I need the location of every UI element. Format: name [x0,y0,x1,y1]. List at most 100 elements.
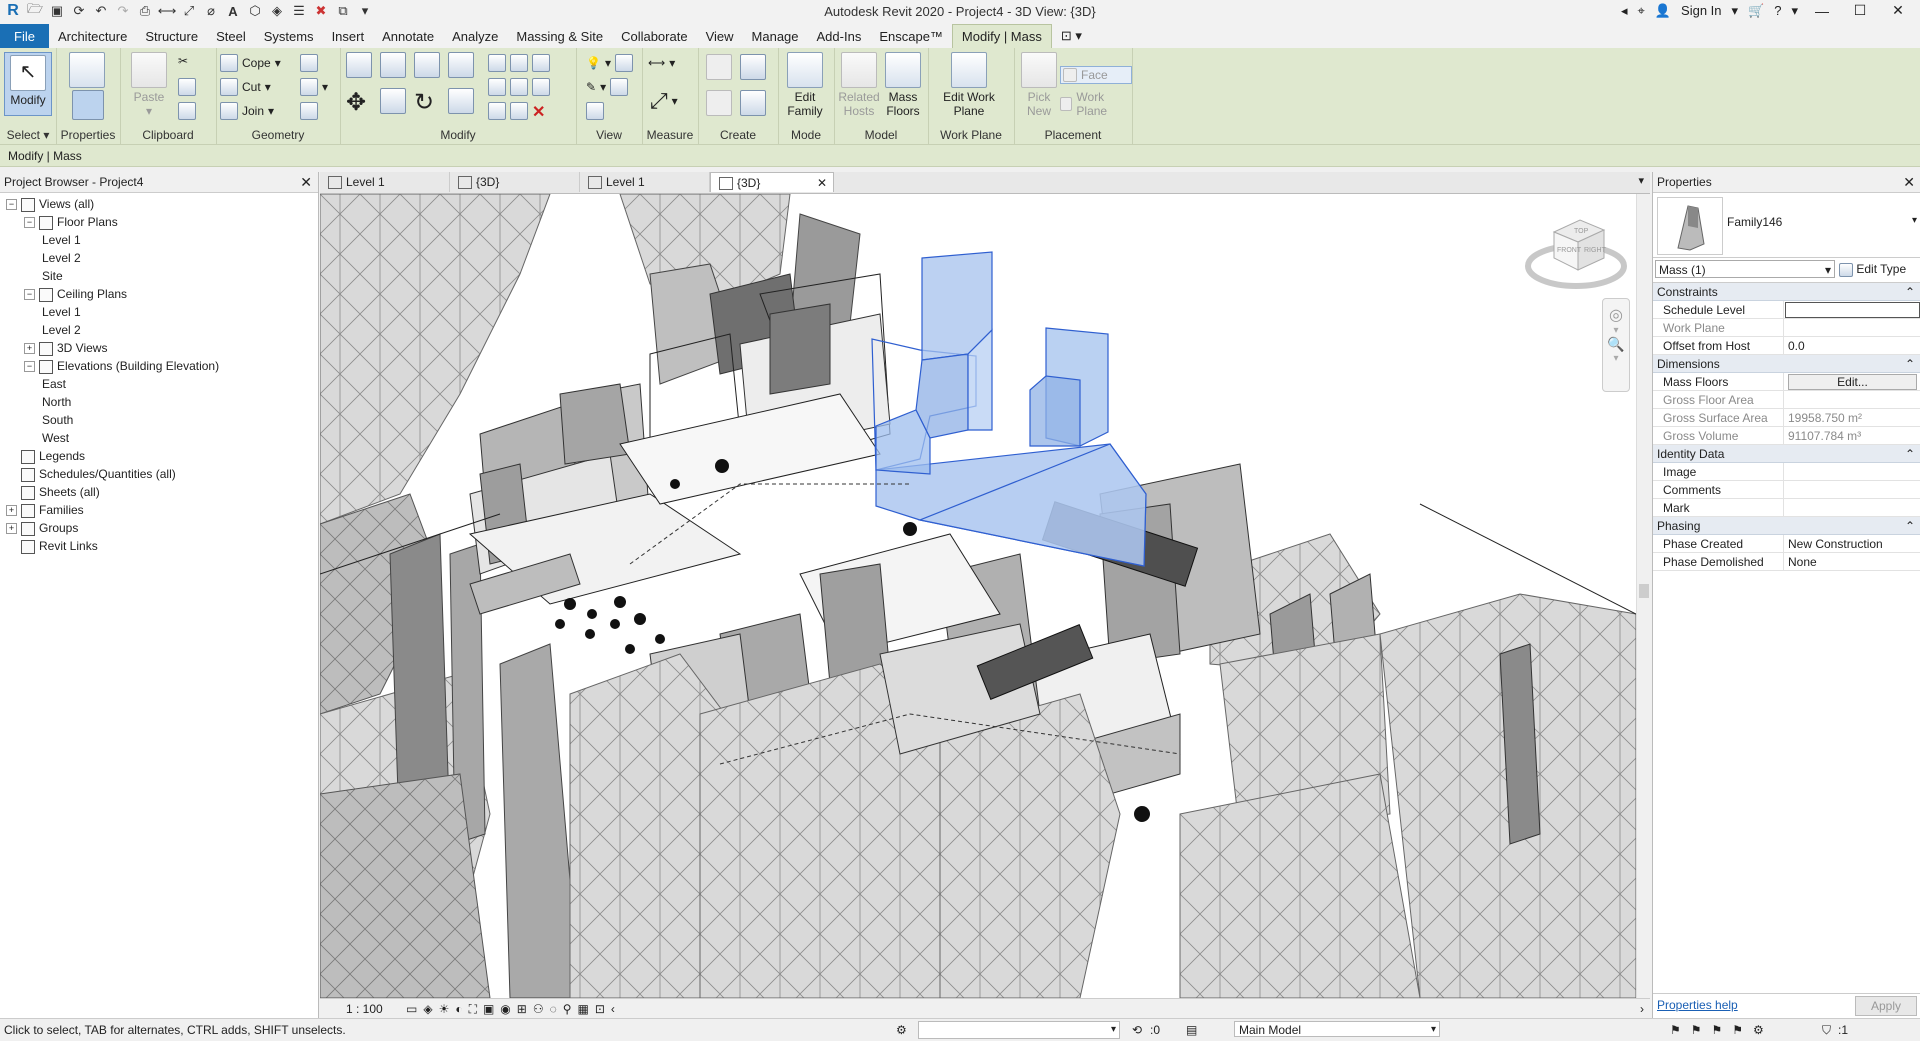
view-tab-3d-active[interactable]: {3D}✕ [710,172,834,192]
tab-modify-mass[interactable]: Modify | Mass [952,24,1052,48]
tree-item[interactable]: Site [0,267,318,285]
rotate-button[interactable]: ↻ [414,88,434,117]
property-group[interactable]: Constraints⌃ [1653,283,1920,301]
help-dropdown-icon[interactable]: ▾ [1791,3,1798,19]
collapse-icon[interactable]: − [24,217,35,228]
face-placement-button[interactable]: Face [1060,66,1132,84]
tab-file[interactable]: File [0,24,49,48]
tree-item[interactable]: West [0,429,318,447]
tab-insert[interactable]: Insert [323,24,374,48]
collapse-group-icon[interactable]: ⌃ [1905,285,1915,299]
view-tab-level-1-ceiling[interactable]: Level 1 [580,172,710,192]
aligned-dimension-button[interactable]: ⤢▾ [650,88,678,114]
tree-item[interactable]: −Ceiling Plans [0,285,318,303]
design-option-dropdown[interactable]: Main Model▾ [1234,1021,1440,1037]
trim-multiple-button[interactable] [510,102,528,120]
undo-icon[interactable]: ↶ [92,2,110,20]
wall-joins-button[interactable] [300,54,318,72]
property-value[interactable]: 0.0 [1784,337,1920,355]
tab-enscape[interactable]: Enscape™ [870,24,952,48]
tab-architecture[interactable]: Architecture [49,24,136,48]
linework-button[interactable]: ✎▾ [586,78,628,96]
split-gap-button[interactable] [510,54,528,72]
tree-item[interactable]: Level 2 [0,321,318,339]
sign-in-dropdown-icon[interactable]: ▾ [1732,3,1739,19]
mirror-draw-button[interactable] [448,52,474,78]
print-icon[interactable]: ⎙ [136,2,154,20]
tree-item[interactable]: −Views (all) [0,195,318,213]
tab-manage[interactable]: Manage [743,24,808,48]
collapse-icon[interactable]: − [6,199,17,210]
text-icon[interactable]: A [224,2,242,20]
create-assembly-button[interactable] [706,54,732,80]
steering-wheel-icon[interactable]: ◎ [1603,305,1629,325]
tree-item[interactable]: +Groups [0,519,318,537]
close-hidden-icon[interactable]: ✖ [312,2,330,20]
close-button[interactable]: ✕ [1884,2,1912,19]
tab-analyze[interactable]: Analyze [443,24,507,48]
mass-floors-edit-button[interactable]: Edit... [1788,374,1917,390]
expand-icon[interactable]: + [6,523,17,534]
measure-icon[interactable]: ⟷ [158,2,176,20]
view-scale[interactable]: 1 : 100 [346,999,383,1019]
properties-help-link[interactable]: Properties help [1657,998,1738,1012]
tree-item[interactable]: Revit Links [0,537,318,555]
tab-annotate[interactable]: Annotate [373,24,443,48]
maximize-button[interactable]: ☐ [1846,2,1874,19]
viewcube-right-label[interactable]: RIGHT [1584,247,1607,254]
workset-dropdown[interactable]: ▾ [918,1021,1120,1039]
tree-item[interactable]: Sheets (all) [0,483,318,501]
mirror-axis-button[interactable] [414,52,440,78]
close-icon[interactable]: ✕ [300,172,312,192]
section-icon[interactable]: ◈ [268,2,286,20]
dimension-icon[interactable]: ⤢ [180,2,198,20]
create-similar-button[interactable] [740,90,766,116]
copy-clipboard-button[interactable] [178,78,196,96]
unpin-button[interactable] [532,54,550,72]
edit-type-button[interactable]: Edit Type [1839,260,1906,278]
pin-button[interactable] [532,78,550,96]
tab-collaborate[interactable]: Collaborate [612,24,697,48]
selection-toggle-icons[interactable]: ⚑⚑⚑⚑⚙ [1670,1019,1774,1041]
editing-requests-icon[interactable]: ⟲ [1132,1019,1142,1041]
3d-city-model[interactable] [320,194,1636,998]
save-icon[interactable]: ▣ [48,2,66,20]
back-icon[interactable]: ◂ [1621,3,1628,19]
type-selector[interactable]: Family146 ▾ [1653,193,1920,258]
tab-massing-site[interactable]: Massing & Site [507,24,612,48]
edit-family-button[interactable]: Edit Family [782,52,828,118]
split-button[interactable] [488,54,506,72]
tree-item[interactable]: Level 2 [0,249,318,267]
pick-new-button[interactable]: Pick New [1016,52,1062,118]
tabs-dropdown-icon[interactable]: ▾ [1638,174,1644,187]
align-button[interactable] [346,52,372,78]
measure-between-button[interactable]: ⟷▾ [648,56,675,70]
ribbon-minimize-icon[interactable]: ⊡ ▾ [1052,24,1091,48]
view-tab-3d[interactable]: {3D} [450,172,580,192]
worksets-icon[interactable]: ⚙ [896,1019,907,1041]
tree-item[interactable]: Legends [0,447,318,465]
collapse-group-icon[interactable]: ⌃ [1905,519,1915,533]
thin-lines-icon[interactable]: ☰ [290,2,308,20]
paste-button[interactable]: Paste▾ [126,52,172,118]
tab-add-ins[interactable]: Add-Ins [808,24,871,48]
binoculars-icon[interactable]: ⌖ [1638,3,1645,19]
qat-dropdown-icon[interactable]: ▾ [356,2,374,20]
tab-steel[interactable]: Steel [207,24,255,48]
tree-item[interactable]: East [0,375,318,393]
viewcube-top-label[interactable]: TOP [1574,228,1589,235]
select-dropdown[interactable]: Select ▾ [0,128,56,142]
property-value[interactable] [1784,481,1920,499]
tree-item[interactable]: Schedules/Quantities (all) [0,465,318,483]
tab-systems[interactable]: Systems [255,24,323,48]
array-button[interactable] [488,78,506,96]
cope-button[interactable]: Cope ▾ [220,54,281,72]
close-tab-icon[interactable]: ✕ [817,173,827,193]
trim-button[interactable] [448,88,474,114]
copy-modify-button[interactable] [380,88,406,114]
property-value[interactable]: New Construction [1784,535,1920,553]
viewport-vertical-scrollbar[interactable] [1636,194,1651,998]
zoom-dropdown-icon[interactable]: ▾ [1603,353,1629,364]
revit-logo-icon[interactable]: R [4,2,22,20]
collapse-icon[interactable]: − [24,361,35,372]
